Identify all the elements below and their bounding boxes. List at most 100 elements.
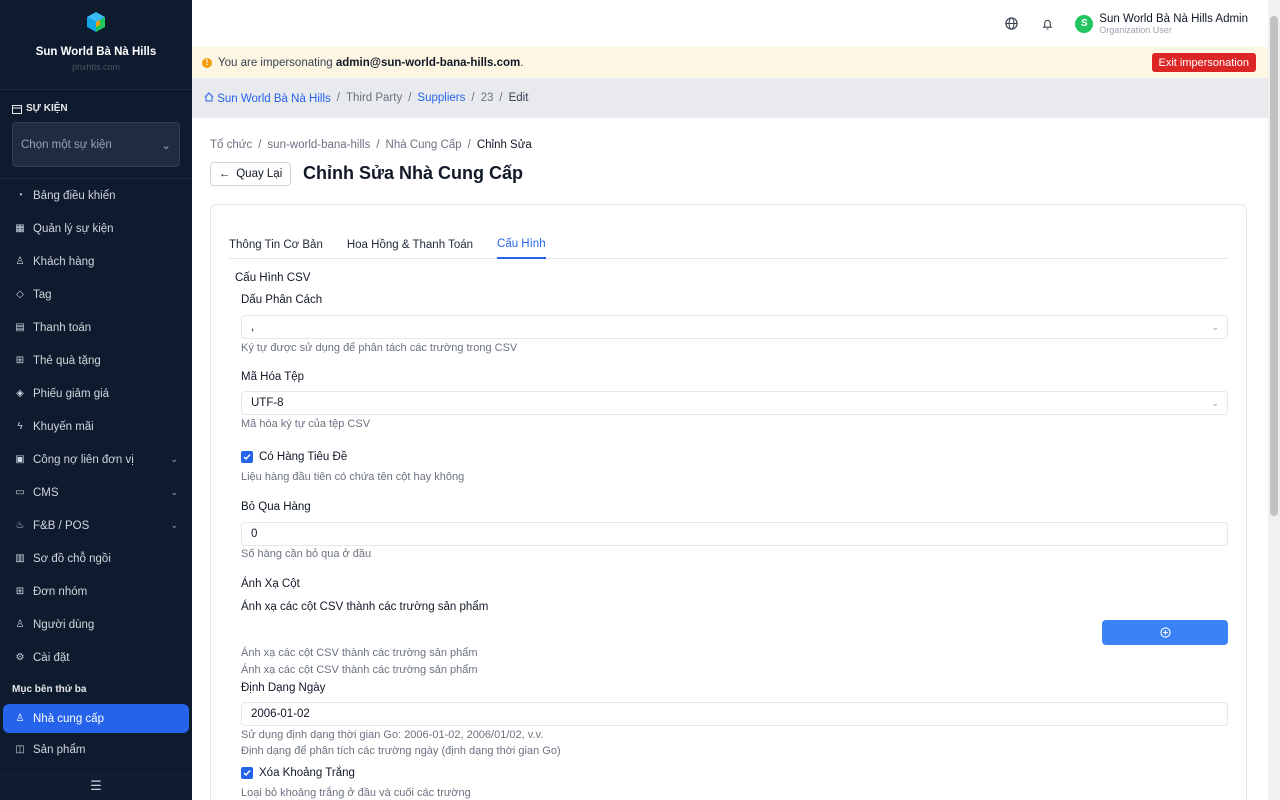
date-format-input[interactable]: 2006-01-02	[241, 702, 1228, 726]
skip-rows-input[interactable]: 0	[241, 522, 1228, 546]
collapse-sidebar-button[interactable]: ☰	[0, 772, 192, 800]
cms-icon: ▭	[15, 487, 25, 498]
date-format-label: Định Dạng Ngày	[241, 682, 326, 694]
trim-whitespace-checkbox[interactable]	[241, 767, 253, 779]
exit-impersonation-button[interactable]: Exit impersonation	[1151, 53, 1256, 72]
sidebar-item-coupons[interactable]: ◈ Phiếu giảm giá	[0, 377, 192, 410]
user-role: Organization User	[1099, 24, 1172, 35]
sidebar-item-suppliers[interactable]: ♙ Nhà cung cấp	[3, 704, 189, 733]
arrow-left-icon: ←	[218, 168, 231, 180]
form-card: Thông Tin Cơ Bản Hoa Hồng & Thanh Toán C…	[210, 204, 1247, 800]
sidebar-item-tag[interactable]: ◇ Tag	[0, 278, 192, 311]
back-button[interactable]: ← Quay Lại	[210, 162, 291, 186]
brand-sub: phxhtls.com	[71, 62, 121, 72]
user-icon: ♙	[15, 713, 25, 724]
column-mapping-desc: Ánh xạ các cột CSV thành các trường sản …	[241, 601, 489, 613]
chevron-down-icon: ⌄	[1211, 397, 1219, 408]
csv-section-title: Cấu Hình CSV	[235, 272, 311, 284]
has-header-hint: Liệu hàng đầu tiên có chứa tên cột hay k…	[241, 471, 465, 483]
sidebar-item-fnb[interactable]: ♨ F&B / POS ⌄	[0, 509, 192, 542]
events-section-label: SỰ KIỆN	[12, 103, 68, 114]
sidebar-item-cms[interactable]: ▭ CMS ⌄	[0, 476, 192, 509]
breadcrumb-suppliers[interactable]: Suppliers	[417, 92, 465, 104]
skip-rows-hint: Số hàng cần bỏ qua ở đầu	[241, 548, 372, 560]
breadcrumb-home[interactable]: Sun World Bà Nà Hills	[204, 91, 331, 105]
page-scrollbar[interactable]	[1268, 0, 1280, 800]
skip-rows-label: Bỏ Qua Hàng	[241, 501, 311, 513]
receipt-icon: ▤	[15, 322, 25, 333]
warning-icon: !	[202, 57, 212, 68]
brand-name: Sun World Bà Nà Hills	[35, 46, 157, 58]
delimiter-select[interactable]: , ⌄	[241, 315, 1228, 339]
column-mapping-hint-2: Ánh xạ các cột CSV thành các trường sản …	[241, 664, 478, 676]
tab-configuration[interactable]: Cấu Hình	[497, 231, 546, 259]
has-header-checkbox[interactable]	[241, 451, 253, 463]
grid-icon: ⊞	[15, 586, 25, 597]
sidebar-item-events[interactable]: ▦ Quản lý sự kiện	[0, 212, 192, 245]
sidebar-item-products[interactable]: ◫ Sản phẩm	[0, 733, 192, 766]
sidebar-item-promotions[interactable]: ϟ Khuyến mãi	[0, 410, 192, 443]
user-menu[interactable]: S Sun World Bà Nà Hills Admin Organizati…	[1075, 13, 1248, 35]
trim-whitespace-hint: Loại bỏ khoảng trắng ở đầu và cuối các t…	[241, 787, 471, 799]
menu-icon: ☰	[90, 778, 102, 793]
home-icon	[204, 91, 214, 101]
third-party-group-label: Mục bên thứ ba	[12, 683, 87, 695]
column-mapping-label: Ánh Xạ Cột	[241, 578, 300, 590]
has-header-label: Có Hàng Tiêu Đề	[259, 451, 348, 463]
user-icon: ♙	[15, 619, 25, 630]
event-select[interactable]: Chọn một sự kiện ⌄	[12, 122, 180, 167]
bell-icon[interactable]	[1039, 16, 1055, 32]
gear-icon: ⚙	[15, 652, 25, 663]
food-icon: ♨	[15, 520, 25, 531]
page-breadcrumb: Tổ chức / sun-world-bana-hills / Nhà Cung …	[210, 139, 532, 151]
calendar-icon	[12, 104, 22, 114]
impersonated-email: admin@sun-world-bana-hills.com	[335, 56, 521, 69]
bolt-icon: ϟ	[17, 421, 23, 432]
tabs: Thông Tin Cơ Bản Hoa Hồng & Thanh Toán C…	[229, 231, 1228, 259]
chevron-down-icon: ⌄	[170, 520, 178, 530]
sidebar: Sun World Bà Nà Hills phxhtls.com SỰ KIỆ…	[0, 0, 192, 800]
topbar: S Sun World Bà Nà Hills Admin Organizati…	[192, 0, 1268, 47]
globe-icon[interactable]	[1003, 16, 1019, 32]
bag-icon: ◫	[15, 744, 25, 755]
avatar: S	[1075, 14, 1094, 33]
crumb-edit: Chỉnh Sửa	[476, 139, 532, 151]
logo-icon	[87, 12, 105, 32]
chevron-down-icon: ⌄	[170, 454, 178, 464]
trim-whitespace-label: Xóa Khoảng Trắng	[259, 767, 355, 779]
tab-commission-payment[interactable]: Hoa Hồng & Thanh Toán	[347, 231, 473, 259]
scrollbar-thumb[interactable]	[1270, 16, 1278, 516]
chevron-down-icon: ⌄	[1211, 321, 1219, 332]
date-format-hint-2: Định dạng để phân tích các trường ngày (…	[241, 745, 561, 757]
date-format-hint-1: Sử dụng định dạng thời gian Go: 2006-01-…	[241, 729, 544, 741]
add-mapping-button[interactable]	[1102, 620, 1228, 645]
sidebar-item-seatmap[interactable]: ▥ Sơ đồ chỗ ngồi	[0, 542, 192, 575]
encoding-select[interactable]: UTF-8 ⌄	[241, 391, 1228, 415]
sidebar-item-customers[interactable]: ♙ Khách hàng	[0, 245, 192, 278]
sidebar-item-dashboard[interactable]: ◔ Bảng điều khiển	[0, 179, 192, 212]
tab-basic-info[interactable]: Thông Tin Cơ Bản	[229, 231, 323, 259]
sidebar-item-settings[interactable]: ⚙ Cài đặt	[0, 641, 192, 674]
crumb-org[interactable]: Tổ chức	[210, 139, 252, 151]
sidebar-item-payments[interactable]: ▤ Thanh toán	[0, 311, 192, 344]
crumb-slug[interactable]: sun-world-bana-hills	[267, 139, 370, 151]
brand: Sun World Bà Nà Hills phxhtls.com	[0, 0, 192, 90]
seatmap-icon: ▥	[15, 553, 25, 564]
dashboard-icon: ◔	[16, 190, 24, 201]
column-mapping-hint-1: Ánh xạ các cột CSV thành các trường sản …	[241, 647, 478, 659]
sidebar-item-intercompany[interactable]: ▣ Công nợ liên đơn vị ⌄	[0, 443, 192, 476]
user-name: Sun World Bà Nà Hills Admin	[1099, 12, 1248, 25]
breadcrumb-edit: Edit	[508, 92, 529, 104]
page-title: Chỉnh Sửa Nhà Cung Cấp	[303, 163, 524, 183]
breadcrumb-third-party: Third Party	[345, 92, 403, 104]
breadcrumb-id: 23	[480, 92, 494, 104]
sidebar-nav: ◔ Bảng điều khiển ▦ Quản lý sự kiện ♙ Khách…	[0, 178, 192, 766]
check-icon	[243, 454, 251, 461]
crumb-suppliers[interactable]: Nhà Cung Cấp	[386, 139, 462, 151]
delimiter-label: Dấu Phân Cách	[241, 294, 323, 306]
sidebar-item-users[interactable]: ♙ Người dùng	[0, 608, 192, 641]
sidebar-item-gift-cards[interactable]: ⊞ Thẻ quà tặng	[0, 344, 192, 377]
gift-icon: ⊞	[15, 355, 25, 366]
sidebar-item-group-orders[interactable]: ⊞ Đơn nhóm	[0, 575, 192, 608]
plus-circle-icon	[1159, 627, 1171, 638]
